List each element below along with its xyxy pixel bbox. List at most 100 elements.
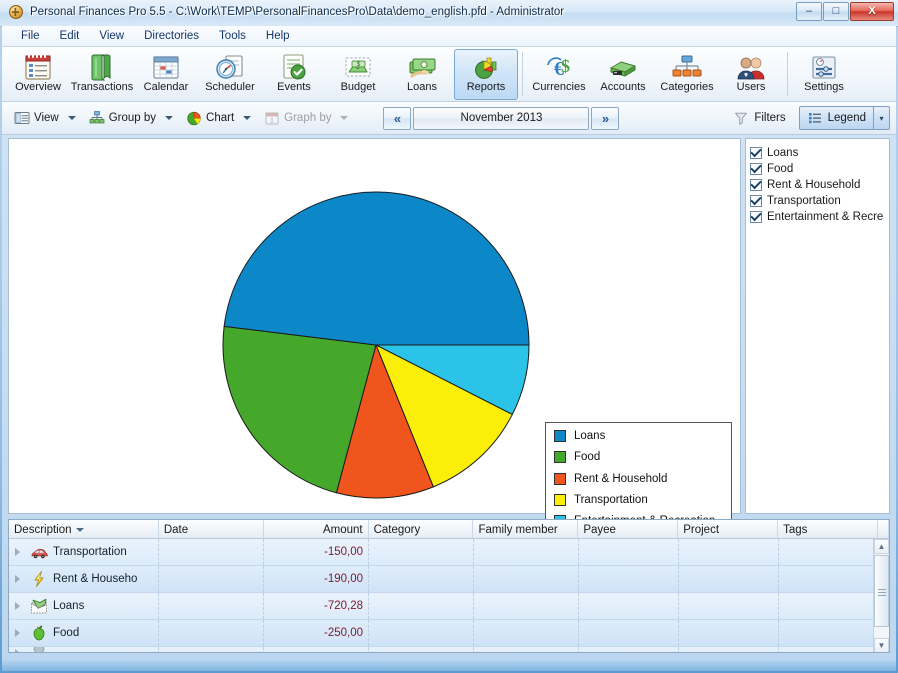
column-header-category[interactable]: Category [369, 520, 474, 538]
budget-icon: $ [342, 52, 374, 82]
table-row[interactable]: Loans -720,28 [9, 593, 889, 620]
toolbar-button-accounts[interactable]: Accounts [591, 49, 655, 100]
column-header-family-member[interactable]: Family member [473, 520, 579, 538]
row-expander-icon[interactable] [9, 647, 25, 652]
funnel-icon [733, 110, 749, 126]
cell-description [25, 647, 159, 652]
view-button[interactable]: View [8, 106, 65, 131]
toolbar-button-currencies[interactable]: € $ Currencies [527, 49, 591, 100]
previous-period-button[interactable]: « [383, 106, 412, 130]
events-icon [278, 52, 310, 82]
cell-project [679, 593, 779, 619]
legend-checkbox-row[interactable]: Loans [750, 145, 885, 161]
cell-family-member [474, 566, 579, 592]
group-by-dropdown-caret[interactable] [165, 116, 174, 120]
reports-icon [470, 52, 502, 82]
cell-payee [579, 539, 679, 565]
legend-button[interactable]: Legend [798, 106, 873, 130]
chart-dropdown-caret[interactable] [243, 116, 252, 120]
cell-payee [579, 566, 679, 592]
pie-slice-loans[interactable] [223, 191, 530, 346]
group-by-button[interactable]: Group by [83, 106, 162, 131]
row-expander-icon[interactable] [9, 539, 25, 565]
legend-split-button: Legend ▾ [798, 106, 890, 130]
toolbar-button-settings[interactable]: Settings [792, 49, 856, 100]
row-expander-icon[interactable] [9, 566, 25, 592]
maximize-button[interactable]: □ [823, 2, 849, 21]
menu-item-directories[interactable]: Directories [135, 28, 208, 44]
toolbar-button-categories[interactable]: Categories [655, 49, 719, 100]
legend-color-swatch-icon [554, 472, 566, 485]
checkbox-checked-icon[interactable] [750, 195, 762, 207]
toolbar-button-reports[interactable]: Reports [454, 49, 518, 100]
close-icon: X [868, 5, 876, 17]
app-icon [8, 4, 24, 20]
table-row-partial[interactable] [9, 647, 889, 652]
table-row[interactable]: Rent & Househo -190,00 [9, 566, 889, 593]
menu-item-file[interactable]: File [12, 28, 49, 44]
cell-date [159, 620, 264, 646]
scroll-up-button[interactable]: ▲ [874, 539, 889, 554]
table-row[interactable]: Food -250,00 [9, 620, 889, 647]
row-expander-icon[interactable] [9, 593, 25, 619]
legend-checkbox-row[interactable]: Food [750, 161, 885, 177]
scrollbar-thumb[interactable] [874, 555, 889, 627]
menu-item-view[interactable]: View [90, 28, 133, 44]
table-row[interactable]: Transportation -150,00 [9, 539, 889, 566]
legend-dropdown-button[interactable]: ▾ [873, 106, 890, 130]
toolbar-button-overview[interactable]: Overview [6, 49, 70, 100]
group-by-icon [89, 110, 105, 126]
period-display[interactable]: November 2013 [413, 106, 590, 130]
cell-family-member [474, 647, 579, 652]
legend-checkbox-row[interactable]: Rent & Household [750, 177, 885, 193]
chart-button[interactable]: Chart [180, 106, 240, 131]
cell-family-member [474, 539, 579, 565]
application-window: Personal Finances Pro 5.5 - C:\Work\TEMP… [0, 0, 898, 673]
legend-checkbox-row[interactable]: Transportation [750, 193, 885, 209]
menu-item-edit[interactable]: Edit [51, 28, 89, 44]
cell-project [679, 647, 779, 652]
chart-legend-item: Transportation [554, 493, 723, 506]
minimize-button[interactable]: – [796, 2, 822, 21]
menu-item-help[interactable]: Help [257, 28, 299, 44]
cell-description-label: Transportation [53, 546, 127, 558]
column-header-project[interactable]: Project [678, 520, 779, 538]
checkbox-checked-icon[interactable] [750, 163, 762, 175]
column-header-payee[interactable]: Payee [578, 520, 679, 538]
view-dropdown-caret[interactable] [67, 116, 76, 120]
filters-label: Filters [754, 112, 786, 124]
checkbox-checked-icon[interactable] [750, 147, 762, 159]
checkbox-checked-icon[interactable] [750, 211, 762, 223]
toolbar-button-users[interactable]: Users [719, 49, 783, 100]
toolbar-button-budget[interactable]: $ Budget [326, 49, 390, 100]
envelope-money-icon [30, 597, 48, 615]
table-vertical-scrollbar[interactable]: ▲ ▼ [873, 539, 889, 652]
checkbox-checked-icon[interactable] [750, 179, 762, 191]
category-legend-panel: Loans Food Rent & Household Transportation E… [745, 138, 890, 514]
scroll-down-button[interactable]: ▼ [874, 638, 889, 652]
row-expander-icon[interactable] [9, 620, 25, 646]
column-header-date[interactable]: Date [159, 520, 264, 538]
legend-checkbox-row[interactable]: Entertainment & Recre [750, 209, 885, 225]
toolbar-button-loans[interactable]: Loans [390, 49, 454, 100]
legend-item-label: Entertainment & Recre [767, 211, 884, 223]
column-header-label: Date [163, 524, 189, 536]
cell-description: Loans [25, 593, 159, 619]
toolbar-button-scheduler[interactable]: Scheduler [198, 49, 262, 100]
graph-by-dropdown-caret[interactable] [340, 116, 349, 120]
menu-item-tools[interactable]: Tools [210, 28, 255, 44]
filters-button[interactable]: Filters [726, 106, 792, 131]
toolbar-button-events[interactable]: Events [262, 49, 326, 100]
minimize-icon: – [805, 5, 813, 17]
graph-by-button[interactable]: 1 Graph by [258, 106, 337, 131]
cell-payee [579, 620, 679, 646]
column-header-tags[interactable]: Tags [778, 520, 878, 538]
close-button[interactable]: X [850, 2, 894, 21]
next-period-button[interactable]: » [591, 106, 620, 130]
toolbar-button-transactions[interactable]: Transactions [70, 49, 134, 100]
column-header-description[interactable]: Description [9, 520, 159, 538]
toolbar-button-calendar[interactable]: Calendar [134, 49, 198, 100]
view-icon [14, 110, 30, 126]
column-header-amount[interactable]: Amount [264, 520, 369, 538]
column-header-label: Payee [583, 524, 616, 536]
